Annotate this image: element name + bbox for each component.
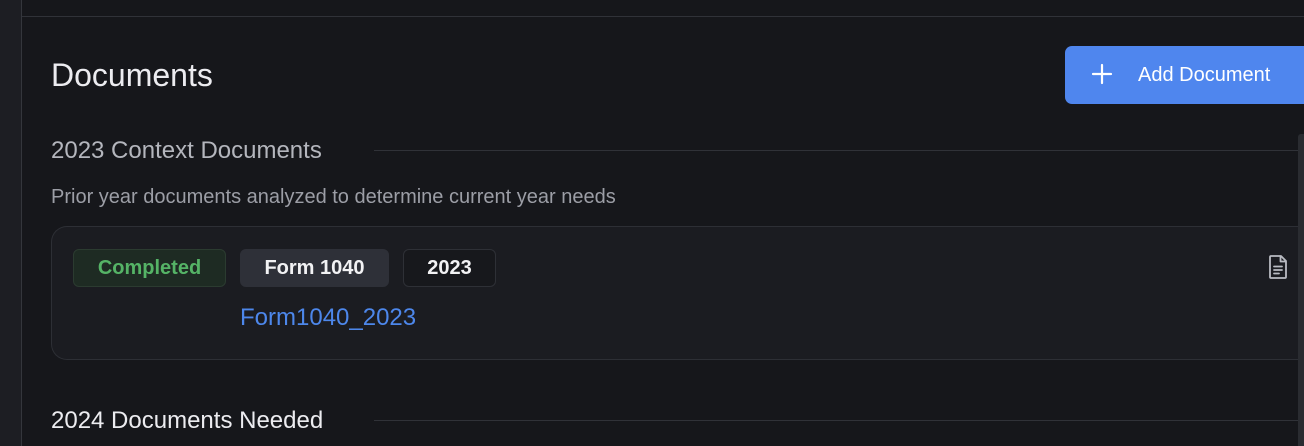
- scrollbar[interactable]: [1298, 134, 1304, 446]
- document-link[interactable]: Form1040_2023: [240, 304, 416, 332]
- document-card: Completed Form 1040 2023 Form1040_2023: [51, 226, 1304, 360]
- section-divider: [374, 420, 1304, 421]
- status-badge: Completed: [73, 249, 226, 287]
- document-icon[interactable]: [1264, 253, 1292, 281]
- section-description: Prior year documents analyzed to determi…: [51, 186, 616, 208]
- add-document-button[interactable]: Add Document: [1065, 46, 1304, 104]
- documents-panel: Documents Add Document 2023 Context Docu…: [22, 0, 1304, 446]
- section-heading-2024-needed: 2024 Documents Needed: [51, 407, 324, 434]
- add-document-label: Add Document: [1138, 64, 1271, 86]
- section-divider: [374, 150, 1304, 151]
- year-badge: 2023: [403, 249, 496, 287]
- plus-icon: [1091, 63, 1113, 85]
- page-title: Documents: [51, 57, 213, 93]
- section-heading-2023-context: 2023 Context Documents: [51, 137, 322, 164]
- left-rail: [0, 0, 22, 446]
- form-type-badge: Form 1040: [240, 249, 389, 287]
- panel-top-strip: [22, 0, 1304, 17]
